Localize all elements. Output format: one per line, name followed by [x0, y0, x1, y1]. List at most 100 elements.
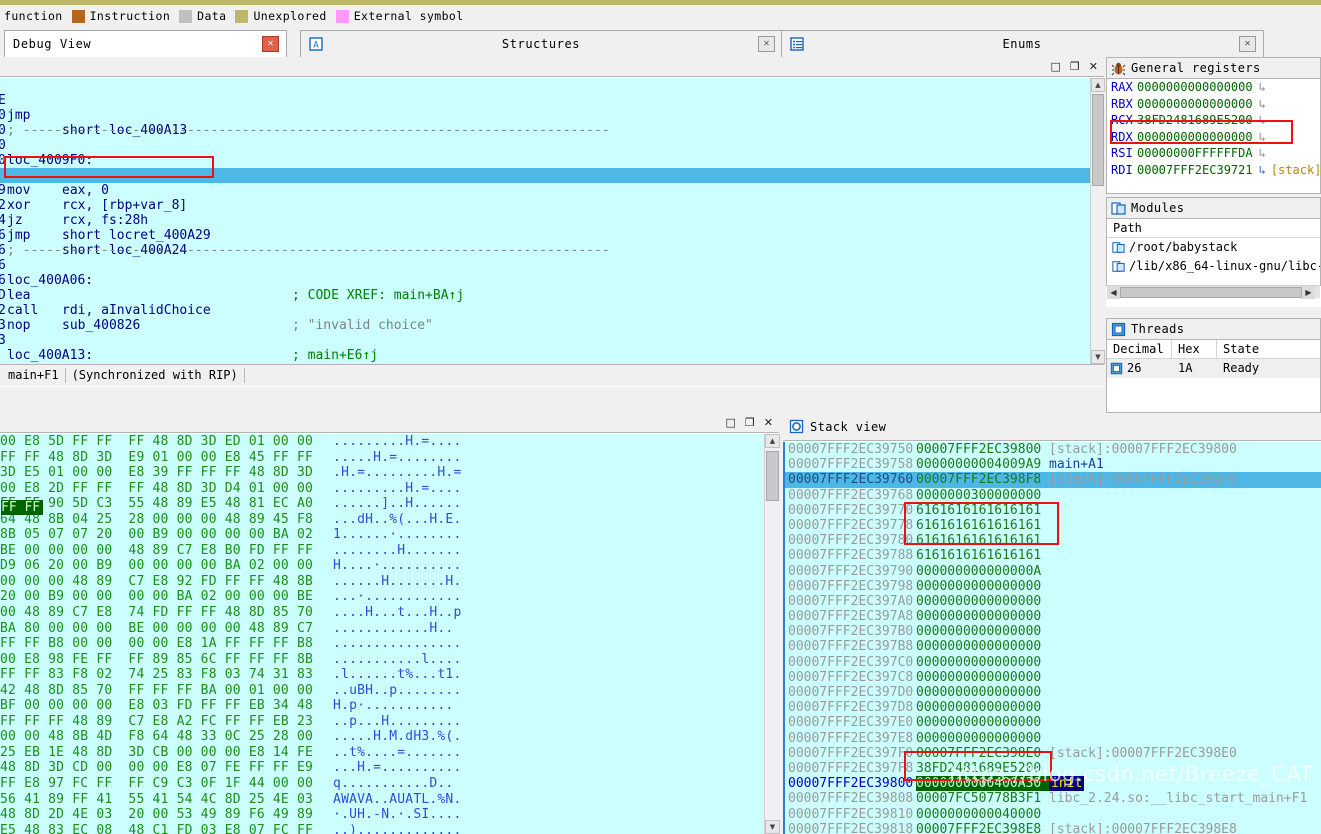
- follow-arrow-icon[interactable]: ↳: [1253, 96, 1266, 113]
- register-row-rbx[interactable]: RBX 0000000000000000 ↳: [1107, 96, 1320, 113]
- disasm-line[interactable]: 4 jmp short loc_400A24: [0, 198, 1090, 213]
- scroll-up-arrow[interactable]: ▲: [1091, 78, 1105, 92]
- hex-row[interactable]: FF FF 48 8D 3D E9 01 00 00 E8 45 FF FF..…: [0, 450, 764, 466]
- restore-icon[interactable]: □: [1051, 61, 1061, 72]
- register-row-rcx[interactable]: RCX 38FD2481689E5200 ↳: [1107, 112, 1320, 129]
- disasm-line-highlighted-mov[interactable]: 5 mov rcx, [rbp+var_8]: [0, 153, 1090, 168]
- stack-value[interactable]: 0000000000000000: [916, 579, 1049, 594]
- threads-table[interactable]: Decimal Hex State 26 1A Ready: [1106, 339, 1321, 413]
- stack-row[interactable]: 00007FFF2EC397B80000000000000000: [785, 639, 1321, 654]
- stack-row-current-sp[interactable]: 00007FFF2EC39800 0000000000400A30 init: [785, 776, 1321, 791]
- hex-row[interactable]: E5 48 83 EC 08 48 C1 FD 03 E8 07 FC FF..…: [0, 823, 764, 834]
- disasm-label-line[interactable]: 0 loc_4009F0: ; CODE XREF: main+B5↑j: [0, 123, 1090, 138]
- tab-close-debug-view[interactable]: ✕: [262, 36, 279, 52]
- stack-value[interactable]: 6161616161616161: [916, 548, 1049, 563]
- hex-row[interactable]: BA 80 00 00 00 BE 00 00 00 00 48 89 C7..…: [0, 621, 764, 637]
- register-row-rdx[interactable]: RDX 0000000000000000 ↳: [1107, 129, 1320, 146]
- stack-row[interactable]: 00007FFF2EC3981800007FFF2EC398E8[stack]:…: [785, 822, 1321, 834]
- stack-value[interactable]: 00007FFF2EC39800: [916, 442, 1049, 457]
- stack-row[interactable]: 00007FFF2EC397980000000000000000: [785, 579, 1321, 594]
- disassembly-scrollbar[interactable]: ▲ ▼: [1090, 78, 1104, 364]
- register-value[interactable]: 0000000000000000: [1137, 79, 1253, 96]
- stack-value[interactable]: 6161616161616161: [916, 503, 1049, 518]
- hex-row[interactable]: FF FF 83 F8 02 74 25 83 F8 03 74 31 83.l…: [0, 667, 764, 683]
- tab-structures[interactable]: A Structures ✕: [300, 30, 783, 57]
- stack-row[interactable]: 00007FFF2EC397A80000000000000000: [785, 609, 1321, 624]
- hex-row[interactable]: 20 00 B9 00 00 00 00 BA 02 00 00 00 BE..…: [0, 589, 764, 605]
- register-row-rsi[interactable]: RSI 00000000FFFFFFDA ↳: [1107, 145, 1320, 162]
- stack-row[interactable]: 00007FFF2EC3975800000000004009A9main+A1: [785, 457, 1321, 472]
- stack-value[interactable]: 0000000000000000: [916, 731, 1049, 746]
- disasm-line[interactable]: 2 jz short locret_400A29: [0, 183, 1090, 198]
- hex-row-selected[interactable]: FF FF 90 5D C3 55 48 89 E5 48 81 EC A0..…: [0, 496, 764, 512]
- maximize-icon[interactable]: ❐: [745, 417, 755, 428]
- scrollbar-thumb[interactable]: [1092, 94, 1104, 186]
- stack-row[interactable]: 00007FFF2EC397806161616161616161: [785, 533, 1321, 548]
- disasm-line[interactable]: 2 nop: [0, 288, 1090, 303]
- hex-row[interactable]: 8B 05 07 07 20 00 B9 00 00 00 00 BA 021.…: [0, 527, 764, 543]
- stack-value[interactable]: 0000000000000000: [916, 700, 1049, 715]
- stack-value[interactable]: 0000000000000000: [916, 715, 1049, 730]
- modules-horizontal-scrollbar[interactable]: ◀ ▶: [1107, 285, 1320, 298]
- stack-value[interactable]: 0000000000000000: [916, 685, 1049, 700]
- hex-row[interactable]: BE 00 00 00 00 48 89 C7 E8 B0 FD FF FF..…: [0, 543, 764, 559]
- stack-view-listing[interactable]: 00007FFF2EC3975000007FFF2EC39800[stack]:…: [783, 442, 1321, 834]
- tab-close-enums[interactable]: ✕: [1239, 36, 1256, 52]
- follow-arrow-icon[interactable]: ↳: [1253, 112, 1266, 129]
- stack-row[interactable]: 00007FFF2EC397B00000000000000000: [785, 624, 1321, 639]
- registers-list[interactable]: RAX 0000000000000000 ↳ RBX 0000000000000…: [1106, 78, 1321, 194]
- threads-column-decimal[interactable]: Decimal: [1107, 340, 1172, 359]
- tab-enums[interactable]: Enums ✕: [781, 30, 1264, 57]
- stack-value[interactable]: 00007FFF2EC398F8: [916, 472, 1049, 487]
- navigator-band[interactable]: [0, 0, 1321, 5]
- hex-row[interactable]: 64 48 8B 04 25 28 00 00 00 48 89 45 F8..…: [0, 512, 764, 528]
- stack-row[interactable]: 00007FFF2EC3975000007FFF2EC39800[stack]:…: [785, 442, 1321, 457]
- hex-row[interactable]: 00 E8 2D FF FF FF 48 8D 3D D4 01 00 00..…: [0, 481, 764, 497]
- module-row[interactable]: /lib/x86_64-linux-gnu/libc-2.24: [1107, 257, 1320, 276]
- hex-row[interactable]: 00 E8 98 FE FF FF 89 85 6C FF FF FF 8B..…: [0, 652, 764, 668]
- disasm-label-line[interactable]: 6 loc_400A06: ; CODE XREF: main+BA↑j: [0, 243, 1090, 258]
- stack-value[interactable]: 0000000000000000: [916, 609, 1049, 624]
- disassembly-listing[interactable]: E jmp short loc_400A13 0 ; -------------…: [0, 78, 1090, 364]
- stack-value[interactable]: 0000000000000000: [916, 639, 1049, 654]
- hex-row[interactable]: FF FF FF 48 89 C7 E8 A2 FC FF FF EB 23..…: [0, 714, 764, 730]
- hex-row[interactable]: D9 06 20 00 B9 00 00 00 00 BA 02 00 00H.…: [0, 558, 764, 574]
- register-row-rdi[interactable]: RDI 00007FFF2EC39721 ↳ [stack]: [1107, 162, 1320, 179]
- stack-row[interactable]: 00007FFF2EC397786161616161616161: [785, 518, 1321, 533]
- hex-row[interactable]: 00 00 00 48 89 C7 E8 92 FD FF FF 48 8B..…: [0, 574, 764, 590]
- stack-value[interactable]: 00007FC50778B3F1: [916, 791, 1049, 806]
- tab-close-structures[interactable]: ✕: [758, 36, 775, 52]
- register-value[interactable]: 0000000000000000: [1137, 96, 1253, 113]
- close-icon[interactable]: ✕: [764, 417, 773, 428]
- hex-row[interactable]: 48 8D 3D CD 00 00 00 E8 07 FE FF FF E9..…: [0, 760, 764, 776]
- hex-dump-listing[interactable]: 00 E8 5D FF FF FF 48 8D 3D ED 01 00 00..…: [0, 434, 764, 834]
- stack-value[interactable]: 0000000000000000: [916, 624, 1049, 639]
- stack-value[interactable]: 38FD2481689E5200: [916, 761, 1049, 776]
- hex-row[interactable]: 00 E8 5D FF FF FF 48 8D 3D ED 01 00 00..…: [0, 434, 764, 450]
- stack-row[interactable]: 00007FFF2EC397680000000300000000: [785, 488, 1321, 503]
- stack-row[interactable]: 00007FFF2EC397C00000000000000000: [785, 655, 1321, 670]
- restore-icon[interactable]: □: [726, 417, 736, 428]
- stack-row-highlighted[interactable]: 00007FFF2EC3976000007FFF2EC398F8[stack]:…: [785, 472, 1321, 487]
- scroll-up-arrow[interactable]: ▲: [765, 434, 780, 448]
- stack-value[interactable]: 0000000300000000: [916, 488, 1049, 503]
- stack-row[interactable]: 00007FFF2EC398100000000000040000: [785, 807, 1321, 822]
- stack-row[interactable]: 00007FFF2EC397E00000000000000000: [785, 715, 1321, 730]
- stack-row[interactable]: 00007FFF2EC397A00000000000000000: [785, 594, 1321, 609]
- close-icon[interactable]: ✕: [1089, 61, 1098, 72]
- scrollbar-thumb[interactable]: [766, 451, 779, 501]
- register-value[interactable]: 0000000000000000: [1137, 129, 1253, 146]
- stack-value[interactable]: 0000000000040000: [916, 807, 1049, 822]
- modules-list[interactable]: Path /root/babystack /lib/x86_64-linux-g…: [1106, 218, 1321, 286]
- follow-arrow-icon[interactable]: ↳: [1253, 162, 1266, 179]
- stack-row[interactable]: 00007FFF2EC39790000000000000000A: [785, 564, 1321, 579]
- disasm-current-line[interactable]: 9 xor rcx, fs:28h: [0, 168, 1090, 183]
- hex-row[interactable]: 42 48 8D 85 70 FF FF FF BA 00 01 00 00..…: [0, 683, 764, 699]
- stack-row[interactable]: 00007FFF2EC397886161616161616161: [785, 548, 1321, 563]
- hex-row[interactable]: 00 00 48 8B 4D F8 64 48 33 0C 25 28 00..…: [0, 729, 764, 745]
- disasm-label-line[interactable]: 3 loc_400A13: ; CODE XREF: main+D5↑j: [0, 318, 1090, 333]
- hex-row[interactable]: FF FF B8 00 00 00 00 E8 1A FF FF FF B8..…: [0, 636, 764, 652]
- follow-arrow-icon[interactable]: ↳: [1253, 79, 1266, 96]
- maximize-icon[interactable]: ❐: [1070, 61, 1080, 72]
- tab-debug-view[interactable]: Debug View ✕: [4, 30, 287, 57]
